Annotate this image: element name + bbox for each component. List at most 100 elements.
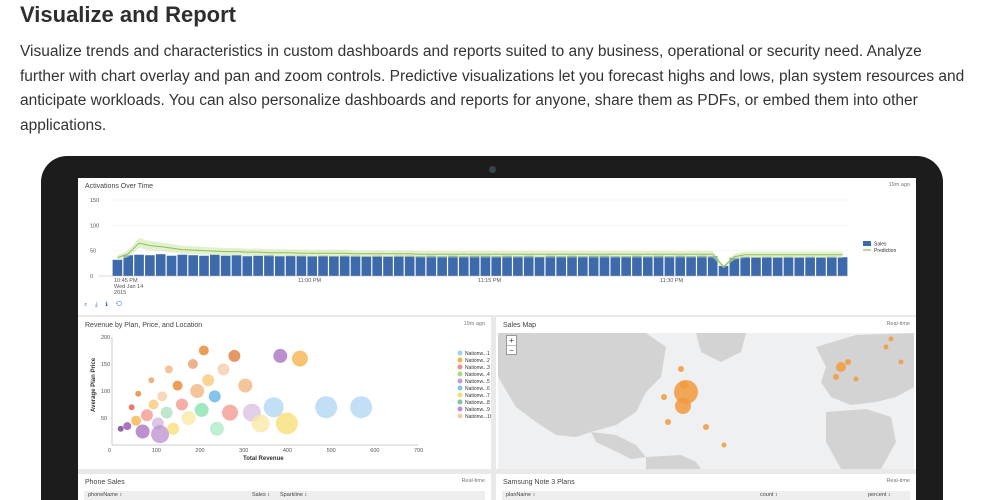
x-tick-label: 600 (370, 448, 379, 454)
sales-map-panel: Sales Map Real-time + − (496, 317, 916, 469)
bar (383, 256, 393, 276)
map-bubble (898, 359, 904, 365)
bar (686, 256, 696, 276)
map-bubble (836, 362, 846, 372)
legend-label: Nationw...2 (465, 358, 490, 364)
bubble-point (135, 424, 150, 439)
legend-label-sales: Sales (874, 242, 887, 248)
zoom-out-button[interactable]: − (507, 345, 516, 355)
bubble-point (140, 409, 153, 422)
bar (242, 256, 253, 276)
bar (599, 255, 610, 276)
map-bubble (678, 366, 684, 372)
column-header[interactable]: percent ↕ (868, 492, 891, 498)
bubble-point (135, 390, 142, 397)
bar (307, 256, 318, 276)
bar (523, 255, 534, 276)
note3-plans-panel: Samsung Note 3 Plans Real-time planName … (496, 474, 916, 500)
bar (610, 256, 621, 276)
legend-swatch (457, 350, 463, 356)
activations-chart: 150100500 10:45 PM Wed Jan 14 2015 11:00… (90, 198, 896, 296)
bubble-point (251, 414, 270, 433)
column-header[interactable]: count ↕ (760, 492, 778, 498)
bar (783, 256, 794, 276)
legend-label: Nationw...7 (465, 393, 490, 399)
activations-panel: Activations Over Time 19m ago 150 100 50 0 … (78, 178, 916, 315)
bar (361, 256, 372, 276)
bubble-point (208, 390, 221, 403)
laptop-mockup: Activations Over Time 19m ago 150 100 50 0 … (41, 156, 943, 500)
y-tick-label: 50 (90, 249, 96, 255)
bubble-point (202, 374, 215, 387)
bar (458, 256, 469, 276)
x-tick-label: 200 (195, 448, 204, 454)
bar (177, 254, 188, 276)
bar (329, 256, 339, 276)
y-tick-label: 100 (101, 389, 110, 395)
bar (231, 255, 242, 276)
x-tick-label: 300 (239, 448, 248, 454)
bar (372, 255, 382, 276)
column-header[interactable]: phoneName ↕ (88, 492, 122, 498)
bar (210, 254, 220, 276)
bar (296, 255, 307, 276)
bubble-point (148, 377, 155, 384)
bar (491, 256, 502, 276)
legend-swatch (457, 385, 463, 391)
bar (339, 255, 350, 276)
map-bubble (721, 442, 727, 448)
bar (664, 256, 675, 276)
bar (166, 255, 177, 276)
y-tick-label: 100 (90, 223, 99, 229)
bar (253, 255, 263, 276)
x-axis-label: Total Revenue (243, 456, 284, 462)
map-bubble (853, 376, 859, 382)
map-bubble (703, 424, 709, 430)
column-header[interactable]: Sales ↕ (252, 492, 270, 498)
legend-label: Nationw...3 (465, 365, 490, 371)
column-header[interactable]: planName ↕ (506, 492, 535, 498)
x-tick-year: 2015 (114, 290, 126, 296)
bar (826, 256, 837, 276)
bar (632, 255, 642, 276)
bubble-point (172, 380, 183, 391)
x-tick-label: 400 (283, 448, 292, 454)
map-bubble (665, 419, 671, 425)
bar (588, 255, 599, 276)
legend-swatch (457, 371, 463, 377)
bar (556, 256, 566, 276)
x-tick-label: 11:00 PM (298, 278, 322, 284)
bar (816, 257, 826, 276)
bubble-point (164, 365, 173, 374)
x-tick-label: 0 (108, 448, 111, 454)
legend-swatch (457, 378, 463, 384)
bubble-point (350, 396, 373, 419)
revenue-panel: Revenue by Plan, Price, and Location 19m… (78, 317, 491, 469)
bar (762, 256, 772, 276)
legend-swatch (457, 392, 463, 398)
legend-swatch (457, 413, 463, 419)
bar (350, 255, 361, 276)
bar (751, 257, 761, 276)
bar (502, 255, 512, 276)
legend-label: Nationw...8 (465, 400, 490, 406)
section-title: Visualize and Report (20, 2, 236, 27)
bar (697, 255, 707, 276)
bar (123, 255, 134, 276)
bubble-point (123, 422, 132, 431)
bar (264, 255, 274, 276)
bar (437, 256, 447, 276)
bubble-point (238, 378, 253, 393)
bar (188, 255, 198, 276)
legend-label: Nationw...5 (465, 379, 490, 385)
bubble-point (228, 349, 241, 362)
bar (794, 257, 805, 276)
column-header[interactable]: Sparkline ↕ (280, 492, 307, 498)
zoom-in-button[interactable]: + (507, 336, 516, 345)
map-bubble (833, 374, 839, 380)
chart-toolbar[interactable]: ⌕ ⤓ ℹ ⟲ (84, 302, 125, 309)
bar (740, 256, 750, 276)
world-map[interactable] (496, 317, 916, 469)
bar (145, 255, 155, 276)
x-tick-label: 500 (327, 448, 336, 454)
